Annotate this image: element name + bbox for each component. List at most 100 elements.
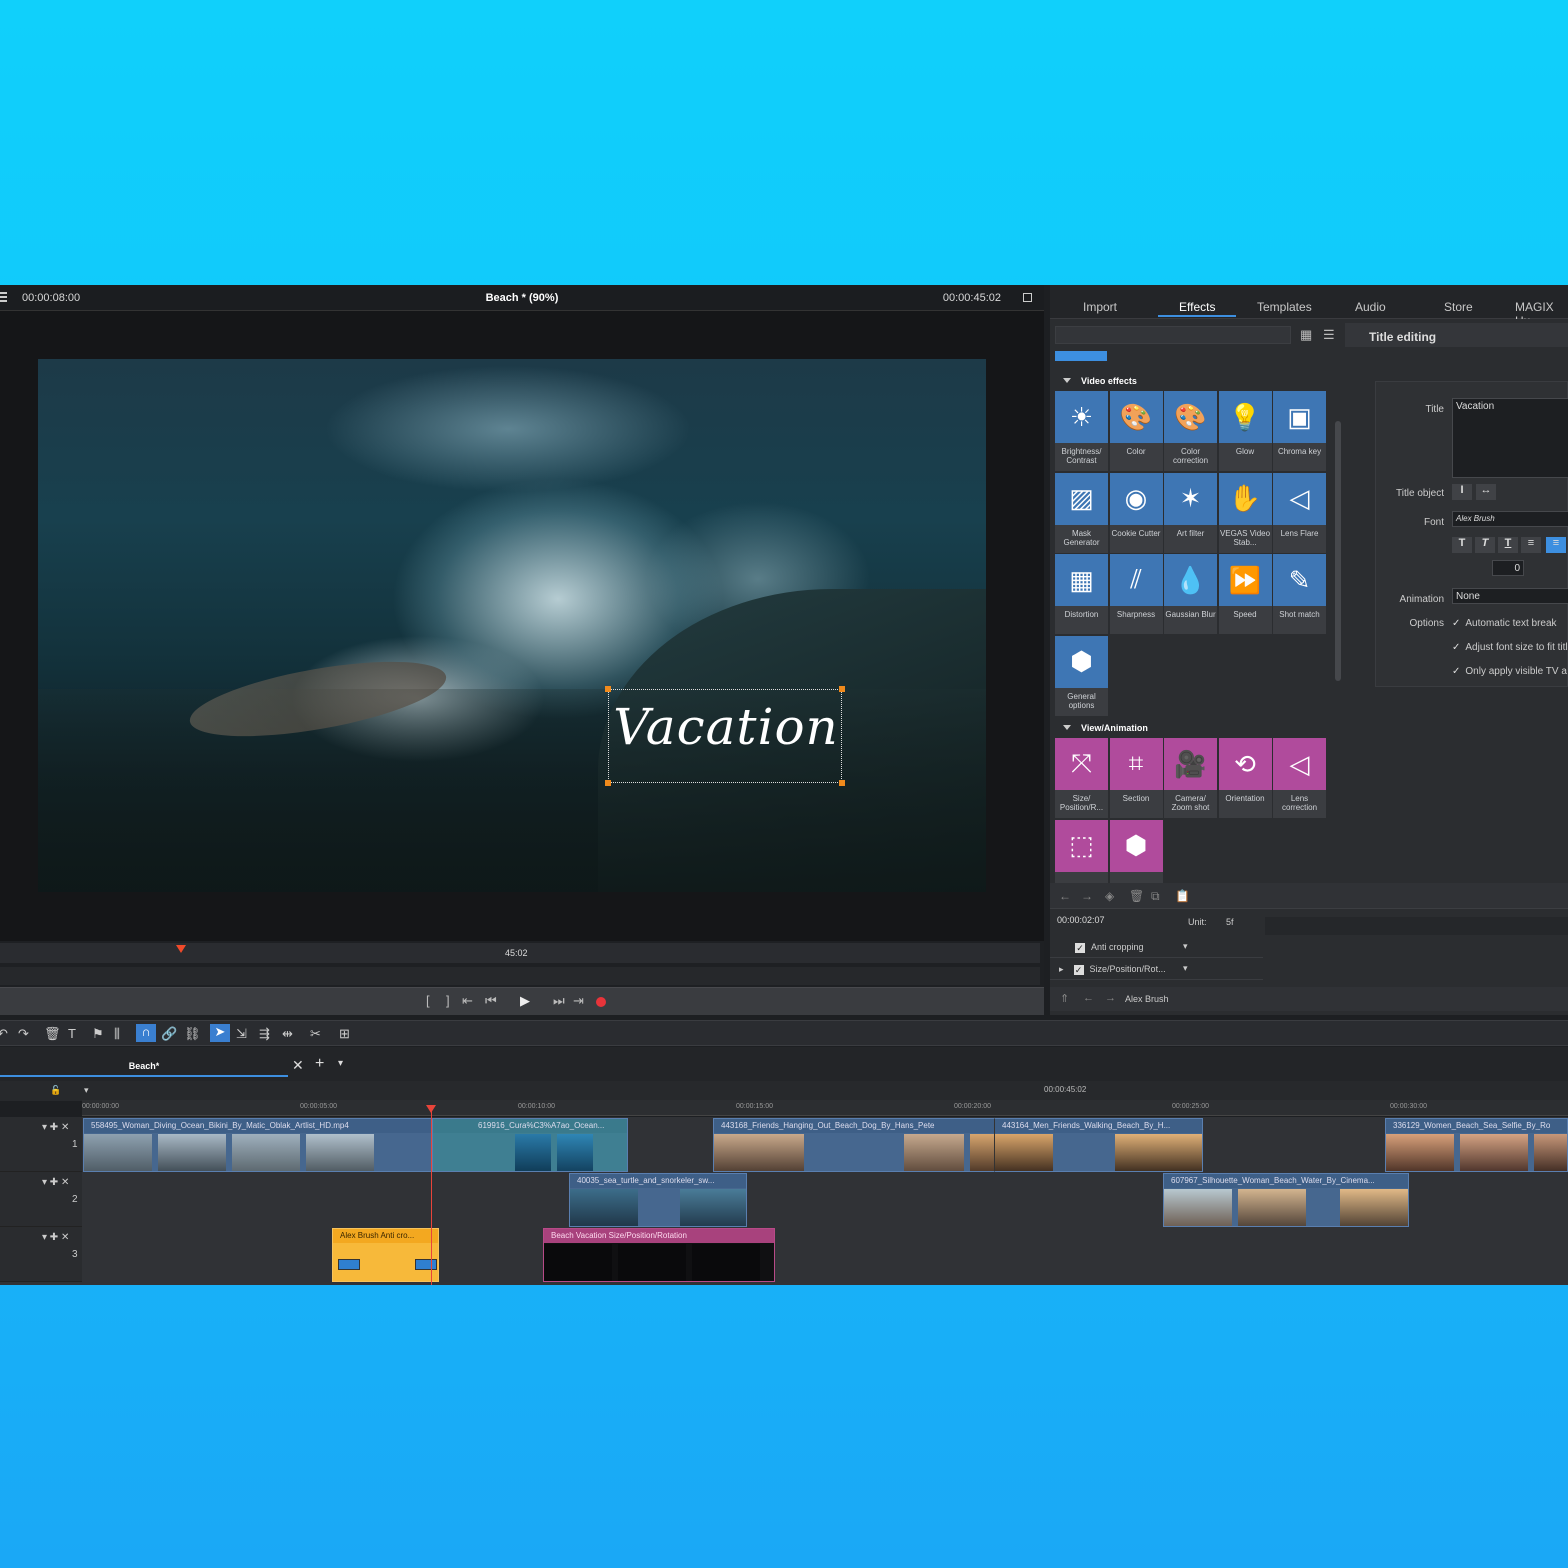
record-icon[interactable] [596,997,606,1007]
effect-tile[interactable]: ✶ Art filter [1164,472,1217,553]
effect-tile[interactable]: 🎨 Color correction [1164,391,1217,471]
delete-icon[interactable]: 🗑 [1129,889,1144,903]
effect-tile[interactable]: ◁ Lens Flare [1273,472,1326,553]
option-automatic-text-break[interactable]: Automatic text break [1452,618,1556,629]
unlink-icon[interactable]: ⛓ [184,1026,201,1042]
tab-store[interactable]: Store [1444,300,1473,314]
timeline-playhead[interactable] [426,1105,436,1285]
effect-tile[interactable]: ☀ Brightness/ Contrast [1055,391,1108,471]
close-icon[interactable]: ✕ [292,1057,304,1074]
effect-tile[interactable]: ✎ Shot match [1273,554,1326,634]
mixer-icon[interactable]: ⫼ [114,1026,120,1042]
link-icon[interactable]: 🔗 [161,1026,177,1042]
undo-arrow-icon[interactable]: ← [1059,889,1071,903]
previous-object-icon[interactable]: ← [1083,992,1094,1004]
tab-audio[interactable]: Audio [1355,300,1386,314]
go-to-in-icon[interactable]: ⇤ [462,994,473,1008]
tab-beach[interactable]: Beach* [0,1057,288,1077]
chevron-down-icon[interactable]: ▾ [338,1058,343,1069]
resize-handle[interactable] [605,780,611,786]
view-animation-header[interactable]: View/Animation [1063,723,1148,733]
go-to-out-icon[interactable]: ⇥ [573,994,584,1008]
title-editing-chip[interactable] [1055,351,1107,361]
insert-icon[interactable]: ⊞ [339,1026,350,1042]
effect-tile[interactable]: ▦ Distortion [1055,554,1108,634]
effect-tile[interactable]: ▣ Chroma key [1273,391,1326,471]
resize-handle[interactable] [839,686,845,692]
keyframe-row[interactable]: ✓ Anti cropping ▾ [1050,938,1263,958]
italic-icon[interactable]: T [1475,537,1495,553]
track-controls-icon[interactable]: ▾ ✚ ✕ [42,1122,69,1133]
magnet-icon[interactable]: ∩ [136,1024,156,1042]
font-select[interactable]: Alex Brush [1452,511,1568,527]
collapse-icon[interactable]: ⇑ [1060,992,1069,1005]
fit-width-icon[interactable]: ↔ [1476,484,1496,500]
align-left-icon[interactable]: ≡ [1521,537,1541,553]
scrub-marker[interactable] [176,945,186,953]
effect-tile[interactable]: ⌗ Section [1109,738,1163,818]
video-clip[interactable]: 40035_sea_turtle_and_snorkeler_sw... [569,1173,747,1227]
effect-tile[interactable]: 💧 Gaussian Blur [1164,554,1217,634]
timeline-ruler[interactable]: 00:00:00:00 00:00:05:00 00:00:10:00 00:0… [82,1100,1568,1116]
effect-tile[interactable]: ⫽ Sharpness [1109,554,1163,634]
tab-import[interactable]: Import [1083,300,1117,314]
tab-templates[interactable]: Templates [1257,300,1312,314]
effect-tile[interactable]: ⟲ Orientation [1218,738,1272,818]
effect-tile[interactable]: 🎨 Color [1109,391,1163,471]
video-clip[interactable]: 443164_Men_Friends_Walking_Beach_By_H... [994,1118,1203,1172]
track-controls-icon[interactable]: ▾ ✚ ✕ [42,1177,69,1188]
redo-arrow-icon[interactable]: → [1081,889,1093,903]
delete-icon[interactable]: 🗑 [44,1026,61,1042]
track-controls-icon[interactable]: ▾ ✚ ✕ [42,1232,69,1243]
effect-tile[interactable]: 💡 Glow [1218,391,1272,471]
chevron-down-icon[interactable]: ▾ [1183,941,1188,952]
keyframe-row[interactable]: ▸ ✓ Size/Position/Rot... ▾ [1050,960,1263,980]
video-clip[interactable]: 558495_Woman_Diving_Ocean_Bikini_By_Mati… [83,1118,433,1172]
mark-out-button[interactable]: ] [446,994,450,1008]
add-tab-icon[interactable]: + [315,1055,324,1073]
title-text-field[interactable]: Vacation [1452,398,1568,478]
video-clip[interactable]: 336129_Women_Beach_Sea_Selfie_By_Ro [1385,1118,1568,1172]
preview-monitor[interactable]: Vacation [0,311,1044,941]
library-scrollbar[interactable] [1335,421,1341,681]
next-object-icon[interactable]: → [1105,992,1116,1004]
search-input[interactable] [1055,326,1291,344]
effect-tile[interactable]: ◁ Lens correction [1273,738,1326,818]
tab-effects[interactable]: Effects [1179,300,1215,314]
redo-icon[interactable]: ↷ [18,1026,29,1042]
title-selection-box[interactable]: Vacation [605,686,845,786]
undo-icon[interactable]: ↶ [0,1026,8,1042]
title-clip[interactable]: Alex Brush Anti cro... [332,1228,439,1282]
split-icon[interactable]: ⇹ [282,1026,293,1042]
resize-handle[interactable] [839,780,845,786]
align-center-icon[interactable]: ≡ [1546,537,1566,553]
title-clip[interactable]: Beach Vacation Size/Position/Rotation [543,1228,775,1282]
lock-icon[interactable]: 🔓 [50,1085,61,1096]
expand-icon[interactable]: ▸ [1059,964,1064,974]
option-visible-tv-area[interactable]: Only apply visible TV a [1452,666,1567,677]
underline-icon[interactable]: T [1498,537,1518,553]
chevron-down-icon[interactable]: ▾ [84,1085,89,1096]
grid-view-icon[interactable]: ▦ [1300,327,1312,343]
effect-tile[interactable]: ⤧ Size/ Position/R... [1055,738,1108,818]
chevron-down-icon[interactable]: ▾ [1183,963,1188,974]
next-icon[interactable]: ⏭ [553,994,565,1008]
option-adjust-font-size[interactable]: Adjust font size to fit title [1452,642,1568,653]
paste-icon[interactable]: 📋 [1175,889,1190,903]
mark-in-button[interactable]: [ [426,994,430,1008]
video-effects-header[interactable]: Video effects [1063,376,1137,386]
effect-tile[interactable]: ◉ Cookie Cutter [1109,472,1163,553]
copy-icon[interactable]: ⧉ [1151,889,1160,904]
marker-flag-icon[interactable]: ⚑ [92,1026,104,1042]
title-icon[interactable]: T [68,1026,76,1041]
mouse-mode-icon[interactable]: ➤ [210,1024,230,1042]
animation-select[interactable]: None [1452,588,1568,604]
spacing-input[interactable]: 0 [1492,560,1524,576]
play-icon[interactable]: ▶ [520,994,530,1008]
ripple-icon[interactable]: ⇲ [236,1026,247,1042]
ripple-all-icon[interactable]: ⇶ [259,1026,270,1042]
title-overlay-text[interactable]: Vacation [609,698,843,756]
effect-tile[interactable]: ▨ Mask Generator [1055,472,1108,553]
unit-value[interactable]: 5f [1226,917,1234,927]
video-clip[interactable]: 619916_Cura%C3%A7ao_Ocean... [432,1118,628,1172]
